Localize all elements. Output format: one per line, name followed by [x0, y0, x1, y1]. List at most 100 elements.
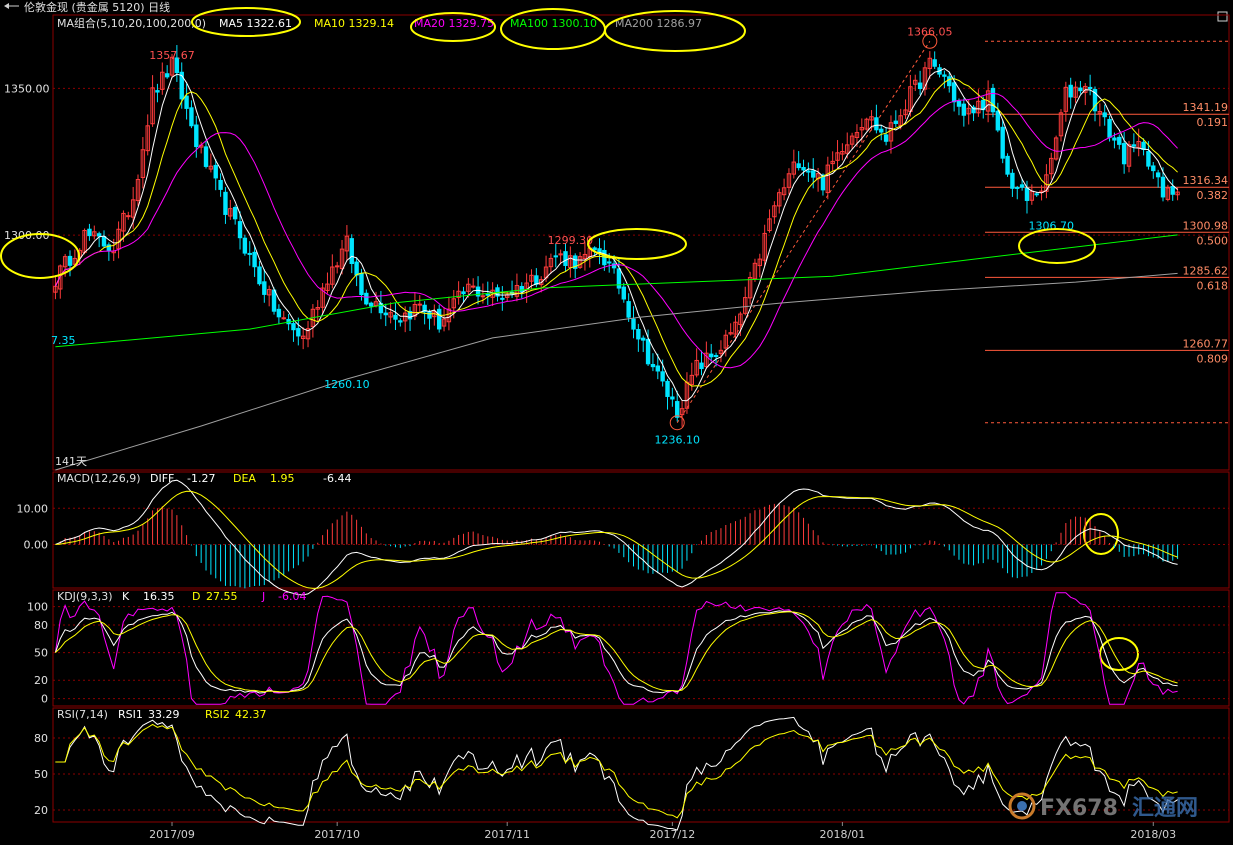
candle-body[interactable] [96, 233, 102, 237]
candle-body[interactable] [645, 338, 651, 365]
candle-body[interactable] [1102, 112, 1107, 118]
candle-body[interactable] [218, 179, 223, 190]
candle-body[interactable] [427, 311, 432, 319]
candle-body[interactable] [942, 74, 947, 77]
candle-body[interactable] [480, 295, 486, 298]
candle-body[interactable] [592, 247, 597, 251]
candle-body[interactable] [164, 73, 170, 78]
candle-body[interactable] [417, 303, 422, 306]
candle-body[interactable] [500, 297, 505, 300]
candle-body[interactable] [247, 252, 252, 255]
candle-body[interactable] [956, 100, 962, 107]
candle-body[interactable] [534, 275, 539, 285]
candle-body[interactable] [1112, 137, 1117, 141]
candle-body[interactable] [1068, 84, 1073, 98]
candle-body[interactable] [961, 103, 967, 116]
candle-body[interactable] [213, 164, 218, 179]
candle-body[interactable] [296, 328, 301, 337]
candle-body[interactable] [126, 215, 131, 218]
candle-body[interactable] [670, 396, 675, 400]
candle-body[interactable] [485, 293, 490, 296]
candle-body[interactable] [203, 146, 209, 167]
candle-body[interactable] [364, 292, 369, 305]
candle-body[interactable] [1005, 155, 1010, 175]
candle-body[interactable] [883, 134, 889, 142]
candle-body[interactable] [713, 354, 719, 357]
candle-body[interactable] [252, 251, 257, 268]
candle-body[interactable] [1034, 193, 1039, 196]
candle-body[interactable] [665, 380, 670, 397]
candle-body[interactable] [470, 285, 476, 288]
candle-body[interactable] [563, 251, 568, 266]
candle-body[interactable] [242, 237, 248, 254]
candle-body[interactable] [257, 266, 262, 285]
candle-body[interactable] [990, 87, 996, 113]
candle-body[interactable] [1078, 87, 1083, 92]
candle-body[interactable] [101, 236, 107, 247]
candle-body[interactable] [699, 362, 704, 370]
candle-body[interactable] [436, 308, 442, 330]
candle-body[interactable] [1160, 176, 1166, 198]
candle-body[interactable] [281, 317, 286, 320]
candle-body[interactable] [189, 107, 194, 127]
candle-body[interactable] [1000, 126, 1005, 159]
candle-body[interactable] [184, 95, 189, 109]
candle-body[interactable] [879, 128, 884, 133]
candle-body[interactable] [947, 76, 952, 87]
candle-body[interactable] [1015, 186, 1020, 189]
candle-body[interactable] [874, 117, 879, 131]
candle-body[interactable] [383, 312, 388, 316]
candle-body[interactable] [1117, 136, 1122, 145]
candle-body[interactable] [67, 255, 73, 266]
candle-body[interactable] [223, 191, 228, 215]
candle-body[interactable] [932, 59, 937, 67]
candle-body[interactable] [461, 291, 466, 295]
candle-body[interactable] [1024, 187, 1030, 201]
candle-body[interactable] [271, 289, 277, 312]
candle-body[interactable] [806, 170, 811, 173]
candle-body[interactable] [368, 302, 374, 307]
candle-body[interactable] [1010, 172, 1015, 189]
candle-body[interactable] [398, 320, 403, 323]
candle-body[interactable] [232, 206, 238, 220]
candle-body[interactable] [87, 228, 92, 237]
candle-body[interactable] [1146, 151, 1151, 167]
candle-body[interactable] [801, 167, 806, 171]
candle-body[interactable] [1170, 186, 1175, 195]
candle-body[interactable] [641, 337, 646, 341]
candle-body[interactable] [893, 120, 899, 124]
candle-body[interactable] [359, 272, 364, 296]
candle-body[interactable] [155, 90, 160, 93]
candle-body[interactable] [262, 281, 267, 295]
candle-body[interactable] [1087, 86, 1093, 90]
candle-body[interactable] [349, 238, 354, 265]
candle-body[interactable] [607, 261, 612, 264]
candle-body[interactable] [995, 110, 1001, 131]
candle-body[interactable] [1131, 144, 1137, 147]
candle-body[interactable] [393, 314, 398, 320]
chart-canvas[interactable]: 伦敦金现 (贵金属 5120) 日线 MA组合(5,10,20,100,200,… [0, 0, 1233, 845]
candle-body[interactable] [334, 265, 340, 268]
candle-body[interactable] [291, 323, 296, 331]
candle-body[interactable] [675, 401, 680, 418]
candle-body[interactable] [519, 285, 524, 292]
candle-body[interactable] [951, 82, 957, 103]
candle-body[interactable] [655, 365, 660, 372]
candle-body[interactable] [1019, 184, 1025, 188]
candle-body[interactable] [660, 371, 665, 382]
candle-body[interactable] [650, 364, 656, 368]
candle-body[interactable] [1107, 118, 1112, 138]
candle-body[interactable] [621, 286, 626, 300]
candle-body[interactable] [796, 163, 801, 169]
candle-body[interactable] [354, 261, 359, 276]
candle-body[interactable] [237, 221, 243, 239]
candle-body[interactable] [276, 308, 282, 318]
candle-body[interactable] [636, 328, 641, 340]
candle-body[interactable] [631, 318, 636, 330]
candle-body[interactable] [1121, 143, 1127, 165]
candle-body[interactable] [917, 82, 923, 90]
candle-body[interactable] [709, 353, 714, 358]
candle-body[interactable] [626, 301, 631, 318]
candle-body[interactable] [811, 170, 816, 178]
candle-body[interactable] [1155, 172, 1161, 178]
